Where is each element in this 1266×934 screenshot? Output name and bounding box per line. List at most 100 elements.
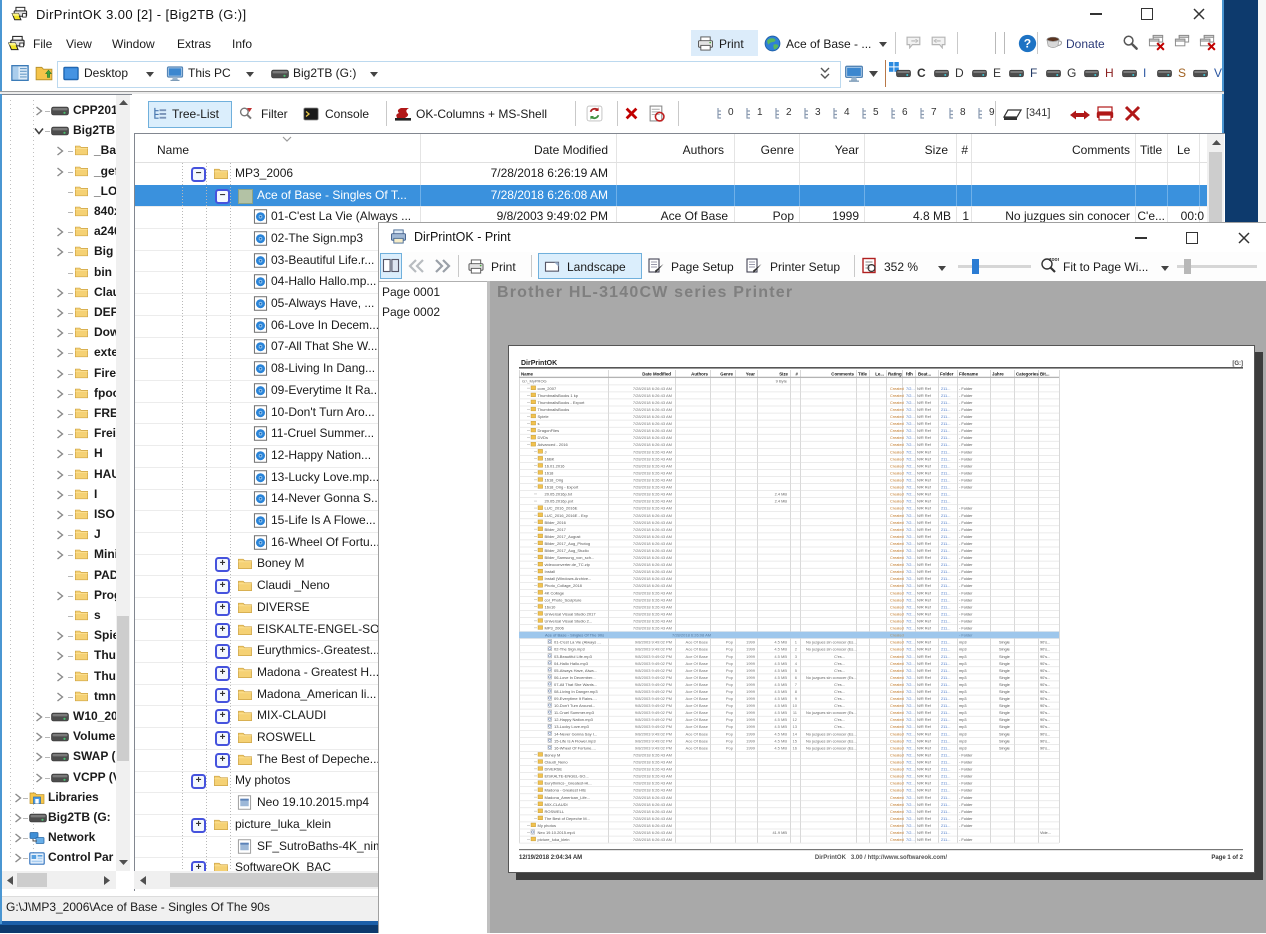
svg-text:02-The Sign.mp3: 02-The Sign.mp3 [554, 647, 585, 652]
svg-text:N/R Ref: N/R Ref [917, 548, 932, 553]
svg-text:- Folder: - Folder [959, 590, 973, 595]
svg-text:07-All That She Wants...: 07-All That She Wants... [554, 682, 597, 687]
svg-text:211...: 211... [941, 492, 950, 497]
svg-text:- Folder: - Folder [959, 802, 973, 807]
svg-text:14-Never Gonna Say I...: 14-Never Gonna Say I... [554, 731, 597, 736]
svg-text:09-Everytime It Rains....: 09-Everytime It Rains.... [554, 696, 597, 701]
svg-text:90's...: 90's... [1040, 717, 1050, 722]
svg-text:1999: 1999 [746, 668, 756, 673]
svg-text:20.05.2016p.txt: 20.05.2016p.txt [545, 492, 573, 497]
svg-text:Created: Created [890, 386, 904, 391]
svg-text:Page 1 of 2: Page 1 of 2 [1211, 855, 1243, 861]
svg-text:N/R Ref: N/R Ref [917, 393, 932, 398]
svg-text:fdh: fdh [906, 372, 913, 377]
svg-text:mp3: mp3 [959, 689, 967, 694]
svg-text:12: 12 [793, 717, 798, 722]
svg-text:Created: Created [890, 442, 904, 447]
svg-text:Created: Created [890, 816, 904, 821]
svg-text:1999: 1999 [746, 640, 756, 645]
svg-text:Created: Created [890, 569, 904, 574]
svg-text:Single: Single [999, 710, 1010, 715]
svg-text:1999: 1999 [746, 654, 756, 659]
svg-text:211...: 211... [941, 647, 950, 652]
svg-text:N/R Ref: N/R Ref [917, 745, 932, 750]
svg-text:211...: 211... [941, 837, 950, 842]
svg-text:7/2...: 7/2... [906, 485, 915, 490]
svg-text:9/8/2003 9:49:02 PM: 9/8/2003 9:49:02 PM [635, 710, 672, 715]
svg-text:7/2...: 7/2... [906, 435, 915, 440]
svg-text:N/R Ref: N/R Ref [917, 499, 932, 504]
svg-text:N/R Ref: N/R Ref [917, 611, 932, 616]
svg-text:7/2...: 7/2... [906, 386, 915, 391]
svg-text:211...: 211... [941, 513, 950, 518]
svg-text:Eurythmics-_Greatest-Hi...: Eurythmics-_Greatest-Hi... [545, 781, 592, 786]
svg-text:#: # [796, 372, 799, 377]
svg-text:Ace Of Base: Ace Of Base [686, 668, 709, 673]
svg-text:7/28/2018 6:26:43 AM: 7/28/2018 6:26:43 AM [633, 767, 672, 772]
svg-text:7/2...: 7/2... [906, 745, 915, 750]
svg-text:- Folder: - Folder [959, 470, 973, 475]
svg-text:7/2...: 7/2... [906, 562, 915, 567]
svg-text:N/R Ref: N/R Ref [917, 421, 932, 426]
svg-text:7/2...: 7/2... [906, 710, 915, 715]
svg-text:10-Don't Turn Around...: 10-Don't Turn Around... [554, 703, 595, 708]
svg-text:7/2...: 7/2... [906, 456, 915, 461]
svg-text:211...: 211... [941, 449, 950, 454]
svg-text:211...: 211... [941, 619, 950, 624]
svg-text:1618_Orig: 1618_Orig [545, 478, 564, 483]
svg-text:Pop: Pop [726, 745, 734, 750]
svg-text:7/28/2018 6:26:43 AM: 7/28/2018 6:26:43 AM [633, 788, 672, 793]
svg-text:1: 1 [795, 640, 798, 645]
svg-text:211...: 211... [941, 527, 950, 532]
svg-text:- Folder: - Folder [959, 428, 973, 433]
svg-text:7/28/2018 6:26:43 AM: 7/28/2018 6:26:43 AM [633, 816, 672, 821]
svg-text:4.5 MB: 4.5 MB [774, 724, 787, 729]
svg-text:211...: 211... [941, 485, 950, 490]
svg-text:7/28/2018 6:26:43 AM: 7/28/2018 6:26:43 AM [633, 400, 672, 405]
svg-text:05-Always Have, Alwa...: 05-Always Have, Alwa... [554, 668, 597, 673]
svg-text:4.5 MB: 4.5 MB [774, 640, 787, 645]
svg-text:1999: 1999 [746, 696, 756, 701]
svg-text:- Folder: - Folder [959, 597, 973, 602]
svg-text:Created: Created [890, 456, 904, 461]
svg-text:15: 15 [793, 738, 798, 743]
svg-text:N/R Ref: N/R Ref [917, 463, 932, 468]
svg-text:- Folder: - Folder [959, 626, 973, 631]
svg-text:- Folder: - Folder [959, 795, 973, 800]
svg-text:N/R Ref: N/R Ref [917, 449, 932, 454]
svg-text:Claudi_Neno: Claudi_Neno [545, 760, 569, 765]
svg-text:7/2...: 7/2... [906, 752, 915, 757]
svg-text:N/R Ref: N/R Ref [917, 485, 932, 490]
svg-text:7/28/2018 6:26:43 AM: 7/28/2018 6:26:43 AM [633, 555, 672, 560]
svg-text:16BK: 16BK [545, 456, 555, 461]
svg-text:Categories: Categories [1016, 372, 1039, 377]
svg-text:N/R Ref: N/R Ref [917, 710, 932, 715]
svg-text:9/8/2003 9:49:02 PM: 9/8/2003 9:49:02 PM [635, 724, 672, 729]
svg-text:12-Happy Nation.mp3: 12-Happy Nation.mp3 [554, 717, 594, 722]
svg-text:7/2...: 7/2... [906, 470, 915, 475]
svg-text:Bilder_2017_Aug_Studio: Bilder_2017_Aug_Studio [545, 548, 590, 553]
svg-text:MIX-CLAUDI: MIX-CLAUDI [545, 802, 568, 807]
svg-text:N/R Ref: N/R Ref [917, 597, 932, 602]
svg-text:8: 8 [795, 689, 798, 694]
svg-text:7/28/2018 6:26:43 AM: 7/28/2018 6:26:43 AM [633, 548, 672, 553]
svg-text:No juzgues sin conocer (Es...: No juzgues sin conocer (Es... [806, 731, 857, 736]
svg-text:col_Photo_Sculpture: col_Photo_Sculpture [545, 597, 583, 602]
svg-text:mp3: mp3 [959, 640, 967, 645]
svg-text:- Folder: - Folder [959, 823, 973, 828]
svg-text:9/8/2003 9:49:02 PM: 9/8/2003 9:49:02 PM [635, 689, 672, 694]
svg-text:7/28/2018 6:26:43 AM: 7/28/2018 6:26:43 AM [633, 802, 672, 807]
svg-text:1999: 1999 [746, 738, 756, 743]
svg-text:N/R Ref: N/R Ref [917, 675, 932, 680]
svg-text:4.5 MB: 4.5 MB [774, 703, 787, 708]
svg-text:Universal Visual Studio 2...: Universal Visual Studio 2... [545, 619, 593, 624]
svg-text:Created: Created [890, 633, 904, 638]
svg-text:90's...: 90's... [1040, 738, 1050, 743]
svg-text:211...: 211... [941, 576, 950, 581]
svg-text:7/2...: 7/2... [906, 520, 915, 525]
svg-text:7/2...: 7/2... [906, 668, 915, 673]
svg-text:N/R Ref: N/R Ref [917, 478, 932, 483]
svg-text:Pop: Pop [726, 717, 734, 722]
svg-text:No juzgues sin conocer (Es...: No juzgues sin conocer (Es... [806, 738, 857, 743]
svg-text:Created: Created [890, 611, 904, 616]
